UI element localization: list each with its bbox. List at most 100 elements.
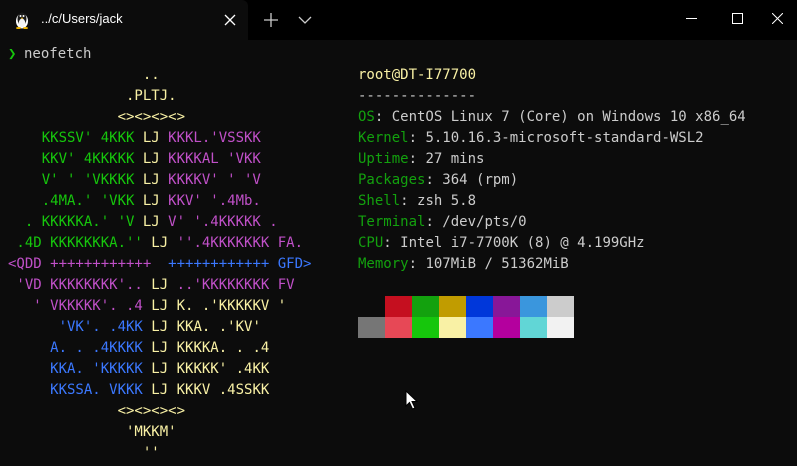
info-label: Kernel xyxy=(358,130,409,146)
logo-segment: 'VK'. .4KK xyxy=(8,319,152,335)
info-label: Shell xyxy=(358,193,401,209)
ascii-logo: .. .PLTJ. <><><><> KKSSV' 4KKK LJ KKKL.'… xyxy=(8,65,311,464)
logo-line: '' xyxy=(8,443,311,464)
logo-segment: LJ xyxy=(151,340,169,356)
logo-segment: A. . .4KKKK xyxy=(8,340,152,356)
tab-title: ../c/Users/jack xyxy=(41,11,123,26)
logo-segment: .. xyxy=(8,67,160,83)
info-separator: -------------- xyxy=(358,88,477,104)
logo-line: KKSSV' 4KKK LJ KKKL.'VSSKK xyxy=(8,128,311,149)
logo-segment: LJ xyxy=(151,361,169,377)
logo-segment: KKV' 4KKKKK xyxy=(8,151,143,167)
system-info: root@DT-I77700 -------------- OS: CentOS… xyxy=(358,65,746,275)
palette-swatch xyxy=(493,317,520,338)
logo-segment: <><><><> xyxy=(8,403,186,419)
close-tab-icon[interactable] xyxy=(222,12,238,28)
info-label: Terminal xyxy=(358,214,426,230)
logo-line: KKV' 4KKKKK LJ KKKKAL 'VKK xyxy=(8,149,311,170)
logo-line: A. . .4KKKK LJ KKKKA. . .4 xyxy=(8,338,311,359)
logo-line: <><><><> xyxy=(8,401,311,422)
logo-segment: LJ xyxy=(142,151,160,167)
logo-segment: KKKL.'VSSKK xyxy=(159,130,261,146)
logo-line: . KKKKKA.' 'V LJ V' '.4KKKKK . xyxy=(8,212,311,233)
info-value: 107MiB / 51362MiB xyxy=(425,256,569,272)
linux-penguin-icon xyxy=(16,12,28,29)
info-row-kernel: Kernel: 5.10.16.3-microsoft-standard-WSL… xyxy=(358,130,704,146)
logo-segment: KKKKK' .4KK xyxy=(168,361,270,377)
user-host: root@DT-I77700 xyxy=(358,67,477,83)
palette-swatch xyxy=(493,296,520,317)
info-value: Intel i7-7700K (8) @ 4.199GHz xyxy=(400,235,645,251)
close-window-button[interactable] xyxy=(760,0,797,36)
logo-segment: KKSSA. VKKK xyxy=(8,382,152,398)
logo-segment: <><><><> xyxy=(8,109,186,125)
logo-segment: LJ xyxy=(142,193,160,209)
info-row-memory: Memory: 107MiB / 51362MiB xyxy=(358,256,569,272)
logo-segment: LJ xyxy=(151,277,169,293)
logo-line: <QDD ++++++++++++ ++++++++++++ GFD> xyxy=(8,254,311,275)
info-value: /dev/pts/0 xyxy=(442,214,527,230)
title-bar[interactable]: ../c/Users/jack xyxy=(0,0,797,40)
logo-segment: V' '.4KKKKK . xyxy=(159,214,278,230)
chevron-down-icon[interactable] xyxy=(298,14,312,26)
logo-line: V' ' 'VKKKK LJ KKKKV' ' 'V xyxy=(8,170,311,191)
logo-line: KKA. 'KKKKK LJ KKKKK' .4KK xyxy=(8,359,311,380)
logo-segment: .4D KKKKKKKA.'' xyxy=(8,235,152,251)
logo-segment: LJ xyxy=(151,298,169,314)
logo-segment: LJ xyxy=(151,235,169,251)
minimize-icon xyxy=(686,18,697,19)
info-label: OS xyxy=(358,109,375,125)
logo-segment: KKKKAL 'VKK xyxy=(159,151,261,167)
logo-segment: ..'KKKKKKKK FV xyxy=(168,277,295,293)
logo-segment: .PLTJ. xyxy=(8,88,177,104)
info-row-terminal: Terminal: /dev/pts/0 xyxy=(358,214,527,230)
info-row-shell: Shell: zsh 5.8 xyxy=(358,193,477,209)
info-row-packages: Packages: 364 (rpm) xyxy=(358,172,519,188)
logo-segment: LJ xyxy=(151,382,169,398)
logo-segment: ''.4KKKKKKK FA. xyxy=(168,235,304,251)
logo-line: ' VKKKKK'. .4 LJ K. .'KKKKKV ' xyxy=(8,296,311,317)
palette-swatch xyxy=(520,317,547,338)
info-label: CPU xyxy=(358,235,384,251)
logo-line: 'MKKM' xyxy=(8,422,311,443)
logo-segment: KKA. .'KV' xyxy=(168,319,261,335)
logo-segment: V' ' 'VKKKK xyxy=(8,172,143,188)
info-label: Packages xyxy=(358,172,426,188)
logo-segment: KKKKV' ' 'V xyxy=(159,172,261,188)
logo-segment: KKKV .4SSKK xyxy=(168,382,270,398)
info-row-cpu: CPU: Intel i7-7700K (8) @ 4.199GHz xyxy=(358,235,645,251)
info-value: zsh 5.8 xyxy=(417,193,477,209)
command-text: neofetch xyxy=(24,46,92,62)
prompt-symbol: ❯ xyxy=(8,46,17,62)
logo-line: .PLTJ. xyxy=(8,86,311,107)
logo-line: <><><><> xyxy=(8,107,311,128)
logo-segment: LJ xyxy=(151,319,169,335)
info-label: Uptime xyxy=(358,151,409,167)
palette-swatch xyxy=(358,296,385,317)
logo-segment: LJ xyxy=(142,172,160,188)
logo-segment: 'VD KKKKKKKK'.. xyxy=(8,277,152,293)
logo-segment: KKA. 'KKKKK xyxy=(8,361,152,377)
maximize-button[interactable] xyxy=(714,0,760,36)
logo-segment: KKKKA. . .4 xyxy=(168,340,270,356)
palette-swatch xyxy=(520,296,547,317)
palette-swatch xyxy=(439,317,466,338)
logo-line: .4D KKKKKKKA.'' LJ ''.4KKKKKKK FA. xyxy=(8,233,311,254)
logo-segment: '' xyxy=(8,445,160,461)
logo-segment: ++++++++++++ GFD> xyxy=(168,256,312,272)
palette-swatch xyxy=(547,317,574,338)
palette-swatch xyxy=(385,296,412,317)
palette-swatch xyxy=(466,317,493,338)
tab-active[interactable]: ../c/Users/jack xyxy=(0,0,248,40)
plus-icon[interactable] xyxy=(262,11,280,29)
logo-segment: LJ xyxy=(142,130,160,146)
palette-swatch xyxy=(547,296,574,317)
info-value: 5.10.16.3-microsoft-standard-WSL2 xyxy=(425,130,704,146)
logo-line: 'VK'. .4KK LJ KKA. .'KV' xyxy=(8,317,311,338)
logo-line: KKSSA. VKKK LJ KKKV .4SSKK xyxy=(8,380,311,401)
minimize-button[interactable] xyxy=(668,0,714,36)
palette-swatch xyxy=(412,296,439,317)
logo-segment: KKV' '.4Mb. xyxy=(159,193,261,209)
logo-segment: ' VKKKKK'. .4 xyxy=(8,298,152,314)
info-value: CentOS Linux 7 (Core) on Windows 10 x86_… xyxy=(391,109,746,125)
